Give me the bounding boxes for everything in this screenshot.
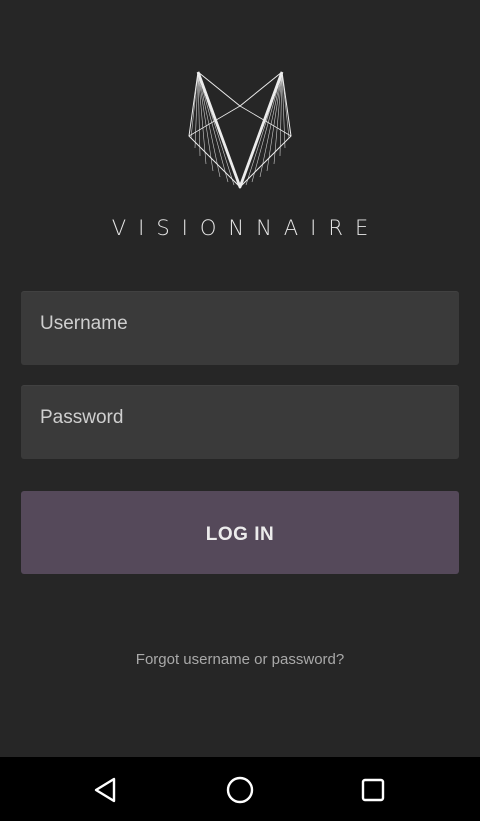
password-input[interactable] [21,385,459,459]
system-navigation-bar [0,757,480,821]
brand-name: VISIONNAIRE [111,216,381,240]
login-button[interactable]: LOG IN [21,491,459,574]
username-input[interactable] [21,291,459,365]
home-icon[interactable] [223,773,257,807]
recent-apps-icon[interactable] [356,773,390,807]
login-screen: VISIONNAIRE LOG IN Forgot username or pa… [0,0,480,757]
device-screen: VISIONNAIRE LOG IN Forgot username or pa… [0,0,480,821]
password-field-container[interactable] [21,385,459,459]
username-field-container[interactable] [21,291,459,365]
visionnaire-logo-icon [188,71,292,189]
back-icon[interactable] [89,773,123,807]
forgot-credentials-link[interactable]: Forgot username or password? [0,651,480,668]
